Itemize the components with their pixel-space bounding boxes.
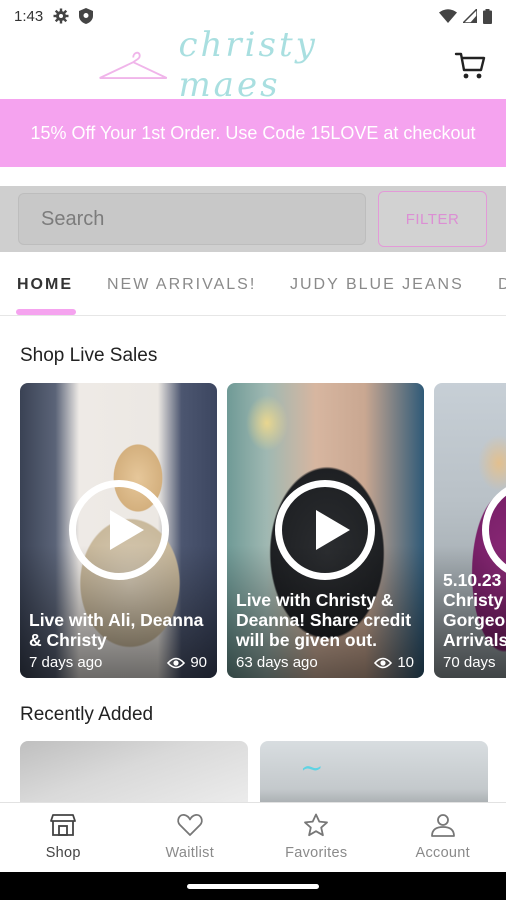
live-sale-card[interactable]: Live with Christy & Deanna! Share credit… <box>227 383 424 678</box>
card-views: 10 <box>374 654 414 671</box>
search-input[interactable]: Search <box>18 193 366 245</box>
nav-label: Shop <box>45 845 81 861</box>
eye-icon <box>374 657 393 668</box>
nav-account[interactable]: Account <box>380 803 506 872</box>
nav-favorites[interactable]: Favorites <box>253 803 380 872</box>
cart-icon <box>454 52 486 79</box>
eye-icon <box>167 657 186 668</box>
live-sales-carousel: Live with Ali, Deanna & Christy 7 days a… <box>20 383 506 678</box>
views-count: 90 <box>190 654 207 671</box>
play-icon <box>316 510 350 550</box>
search-bar: Search FILTER <box>0 186 506 252</box>
star-icon <box>304 813 329 837</box>
nav-label: Favorites <box>285 845 348 861</box>
play-button[interactable] <box>69 480 169 580</box>
product-card[interactable] <box>20 741 248 803</box>
shop-icon <box>50 814 77 836</box>
tab-judy-blue-jeans[interactable]: JUDY BLUE JEANS <box>290 276 464 294</box>
card-age: 70 days <box>443 654 496 671</box>
settings-gear-icon <box>53 8 69 24</box>
nav-label: Waitlist <box>165 845 215 861</box>
views-count: 10 <box>397 654 414 671</box>
heart-icon <box>177 814 203 836</box>
filter-label: FILTER <box>405 210 460 228</box>
logo-text: christy maes <box>178 25 318 105</box>
hanger-icon <box>99 51 168 79</box>
product-card[interactable]: ~ <box>260 741 488 803</box>
card-title: 5.10.23 Christy Gorgeo Arrivals <box>443 570 506 650</box>
system-navigation-bar <box>0 872 506 900</box>
live-sale-card[interactable]: 5.10.23 Christy Gorgeo Arrivals 70 days <box>434 383 506 678</box>
card-title: Live with Christy & Deanna! Share credit… <box>236 590 412 650</box>
search-placeholder: Search <box>41 207 105 230</box>
nav-waitlist[interactable]: Waitlist <box>127 803 254 872</box>
recently-added-list: ~ <box>20 741 506 803</box>
card-views: 90 <box>167 654 207 671</box>
card-title: Live with Ali, Deanna & Christy <box>29 610 204 650</box>
category-tabs: HOME NEW ARRIVALS! JUDY BLUE JEANS D <box>0 264 506 316</box>
promo-banner[interactable]: 15% Off Your 1st Order. Use Code 15LOVE … <box>0 99 506 167</box>
promo-text: 15% Off Your 1st Order. Use Code 15LOVE … <box>30 123 476 143</box>
section-title-recently-added: Recently Added <box>20 704 154 725</box>
live-sale-card[interactable]: Live with Ali, Deanna & Christy 7 days a… <box>20 383 217 678</box>
nav-shop[interactable]: Shop <box>0 803 127 872</box>
cart-button[interactable] <box>454 49 486 81</box>
status-time: 1:43 <box>14 7 44 25</box>
signal-icon <box>463 9 477 23</box>
filter-button[interactable]: FILTER <box>378 191 487 247</box>
shield-icon <box>79 8 94 24</box>
tab-new-arrivals[interactable]: NEW ARRIVALS! <box>107 276 256 294</box>
play-button[interactable] <box>275 480 375 580</box>
tab-home[interactable]: HOME <box>17 276 73 294</box>
battery-icon <box>483 8 492 24</box>
card-age: 63 days ago <box>236 654 318 671</box>
nav-label: Account <box>415 845 470 861</box>
app-header: christy maes <box>0 25 506 105</box>
neon-sign-image: ~ <box>300 751 324 784</box>
brand-logo[interactable]: christy maes <box>96 25 416 105</box>
wifi-icon <box>439 9 457 23</box>
section-title-live-sales: Shop Live Sales <box>20 345 158 366</box>
person-icon <box>430 814 455 837</box>
bottom-navigation: Shop Waitlist Favorites Account <box>0 802 506 872</box>
tab-partial[interactable]: D <box>498 276 506 294</box>
play-icon <box>110 510 144 550</box>
active-tab-indicator <box>16 309 76 315</box>
card-age: 7 days ago <box>29 654 103 671</box>
home-gesture-handle[interactable] <box>187 884 319 889</box>
